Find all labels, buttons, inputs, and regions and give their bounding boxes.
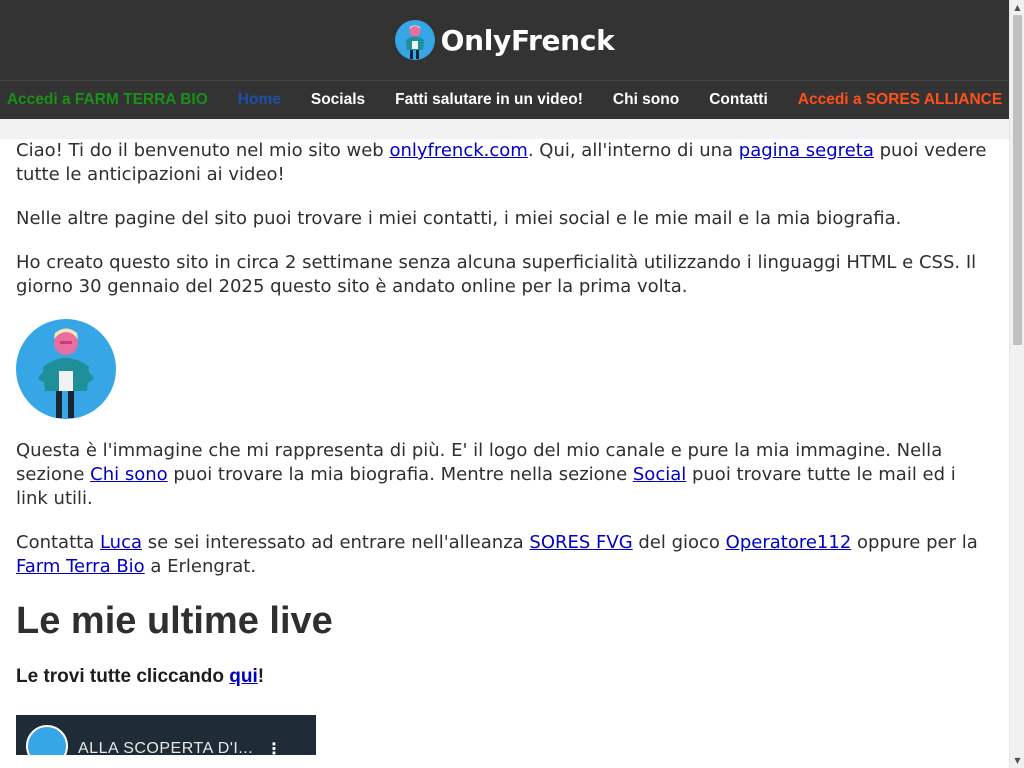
video-title[interactable]: ALLA SCOPERTA D'I... [78,737,253,755]
nav-item-contatti[interactable]: Contatti [694,91,783,109]
live-subtitle-text-2: ! [257,666,265,687]
section-title: Le mie ultime live [16,600,333,642]
nav-item-farm-terra-bio[interactable]: Accedi a FARM TERRA BIO [0,91,223,109]
video-channel-avatar[interactable] [26,725,68,755]
intro-text-1: Ciao! Ti do il benvenuto nel mio sito we… [16,140,390,161]
vertical-scrollbar[interactable]: ▲ ▼ [1009,0,1024,768]
nav-item-chi-sono[interactable]: Chi sono [598,91,694,109]
sores-fvg-link[interactable]: SORES FVG [529,532,632,553]
farm-terra-bio-link[interactable]: Farm Terra Bio [16,556,145,577]
pages-paragraph: Nelle altre pagine del sito puoi trovare… [16,208,902,229]
contact-text-3: del gioco [632,532,726,553]
live-subtitle: Le trovi tutte cliccando qui! [16,665,993,689]
header-divider-strip [0,119,1009,139]
page-viewport: OnlyFrenck Accedi a FARM TERRA BIO Home … [0,0,1009,768]
nav-item-video-greeting[interactable]: Fatti salutare in un video! [380,91,598,109]
secret-page-link[interactable]: pagina segreta [739,140,874,161]
contact-text-5: a Erlengrat. [144,556,257,577]
contact-paragraph: Contatta Luca se sei interessato ad entr… [16,531,993,579]
contact-text-4: oppure per la [851,532,978,553]
contact-text-1: Contatta [16,532,100,553]
qui-link[interactable]: qui [229,666,258,687]
intro-paragraph: Ciao! Ti do il benvenuto nel mio sito we… [16,139,993,187]
site-header: OnlyFrenck [0,0,1009,80]
video-embed[interactable]: ALLA SCOPERTA D'I... ⋮ [16,715,316,755]
luca-link[interactable]: Luca [100,532,142,553]
image-text-2: puoi trovare la mia biografia. Mentre ne… [167,464,633,485]
onlyfrenck-avatar-image [16,319,116,419]
operatore112-link[interactable]: Operatore112 [726,532,852,553]
social-link[interactable]: Social [633,464,686,485]
scrollbar-thumb[interactable] [1013,15,1022,345]
nav-item-home[interactable]: Home [223,91,296,109]
live-subtitle-text-1: Le trovi tutte cliccando [16,666,230,687]
main-nav: Accedi a FARM TERRA BIO Home Socials Fat… [0,80,1009,119]
more-vert-icon[interactable]: ⋮ [266,737,282,755]
brand-name: OnlyFrenck [440,23,615,57]
scroll-down-arrow-icon[interactable]: ▼ [1010,753,1024,768]
avatar-image-wrap [16,319,116,419]
brand[interactable]: OnlyFrenck [394,20,615,60]
nav-item-sores-alliance[interactable]: Accedi a SORES ALLIANCE [783,91,1009,109]
onlyfrenck-logo-icon [394,20,435,60]
onlyfrenck-link[interactable]: onlyfrenck.com [389,140,527,161]
intro-text-2: . Qui, all'interno di una [527,140,739,161]
chi-sono-link[interactable]: Chi sono [90,464,168,485]
contact-text-2: se sei interessato ad entrare nell'allea… [142,532,530,553]
main-content: Ciao! Ti do il benvenuto nel mio sito we… [0,139,1009,755]
image-description-paragraph: Questa è l'immagine che mi rappresenta d… [16,439,993,511]
nav-item-socials[interactable]: Socials [296,91,380,109]
creation-paragraph: Ho creato questo sito in circa 2 settima… [16,252,977,297]
scroll-up-arrow-icon[interactable]: ▲ [1010,0,1024,15]
